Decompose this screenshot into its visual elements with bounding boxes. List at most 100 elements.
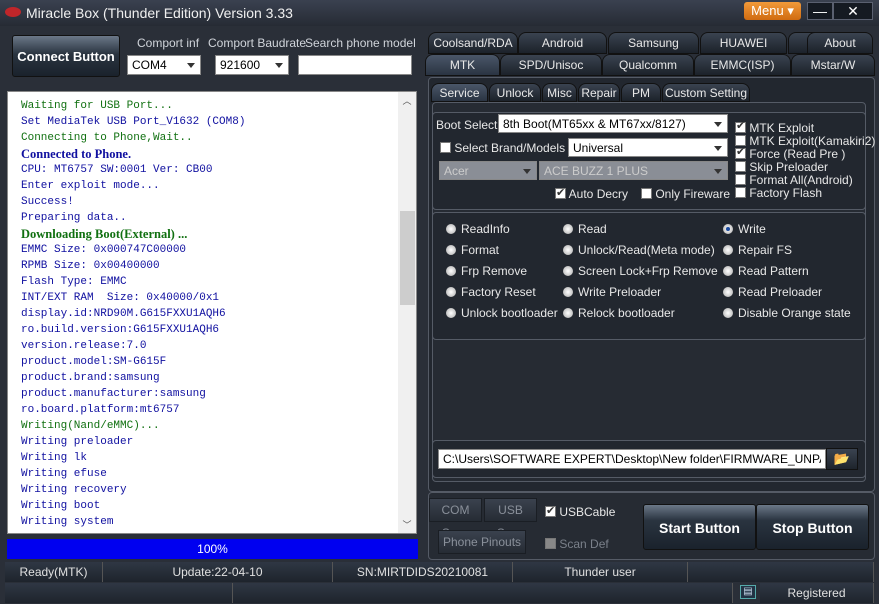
log-line: ro.board.platform:mt6757 [21, 404, 180, 416]
log-line: Writing system [21, 516, 114, 528]
log-line: Writing efuse [21, 468, 107, 480]
folder-open-icon[interactable]: 📂 [826, 448, 858, 470]
scan-def-label: Scan Def [559, 537, 609, 551]
tab-spdunisoc[interactable]: SPD/Unisoc [500, 54, 602, 76]
keyboard-icon: ▤ [740, 585, 756, 599]
phone-pinouts-button[interactable]: Phone Pinouts [438, 530, 526, 554]
radio-icon [563, 266, 573, 276]
status-empty-3 [233, 583, 733, 603]
scroll-down-icon[interactable]: ﹀ [398, 518, 416, 531]
subtab-repair[interactable]: Repair [578, 83, 620, 102]
radio-icon [723, 266, 733, 276]
radio-icon [563, 287, 573, 297]
tab-emmcisp[interactable]: EMMC(ISP) [694, 54, 791, 76]
baudrate-select[interactable]: 921600 [215, 55, 289, 75]
log-line: Enter exploit mode... [21, 180, 160, 192]
option-factory-flash[interactable]: Factory Flash [735, 187, 875, 200]
radio-label: ReadInfo [461, 222, 510, 236]
brand-models-checkbox[interactable]: Select Brand/Models [440, 141, 565, 155]
radio-label: Repair FS [738, 243, 793, 257]
brand-select[interactable]: Acer [439, 161, 537, 180]
model-select[interactable]: ACE BUZZ 1 PLUS [539, 161, 728, 180]
chevron-down-icon [714, 169, 722, 174]
chevron-down-icon [714, 146, 722, 151]
connect-button[interactable]: Connect Button [12, 35, 120, 77]
checkbox-icon [735, 161, 746, 172]
option-label: Format All(Android) [749, 173, 853, 187]
subtab-pm[interactable]: PM [621, 83, 661, 102]
radio-read-preloader[interactable]: Read Preloader [723, 285, 822, 299]
tab-coolsandrda[interactable]: Coolsand/RDA [428, 32, 518, 54]
radio-label: Write [738, 222, 766, 236]
exploit-options: MTK Exploit MTK Exploit(Kamakiri2) Force… [735, 120, 875, 200]
radio-factory-reset[interactable]: Factory Reset [446, 285, 536, 299]
radio-format[interactable]: Format [446, 243, 499, 257]
radio-read-pattern[interactable]: Read Pattern [723, 264, 809, 278]
search-phone-input[interactable] [298, 55, 412, 75]
status-empty [688, 562, 874, 582]
checkbox-icon [735, 120, 746, 133]
stop-button[interactable]: Stop Button [756, 504, 869, 550]
only-firmware-checkbox[interactable]: Only Fireware [641, 187, 730, 201]
subtab-unlock[interactable]: Unlock [489, 83, 541, 102]
tab-mtk[interactable]: MTK [425, 54, 500, 76]
status-mode: Ready(MTK) [5, 562, 103, 582]
baudrate-value: 921600 [220, 58, 261, 72]
start-button[interactable]: Start Button [643, 504, 756, 550]
tab-huawei[interactable]: HUAWEI [700, 32, 787, 54]
radio-relock-bootloader[interactable]: Relock bootloader [563, 306, 675, 320]
radio-write-preloader[interactable]: Write Preloader [563, 285, 661, 299]
checkbox-icon [735, 174, 746, 185]
subtab-customsetting[interactable]: Custom Setting [662, 83, 750, 102]
subtab-service[interactable]: Service [431, 83, 488, 102]
close-button[interactable]: ✕ [833, 2, 873, 20]
radio-repair-fs[interactable]: Repair FS [723, 243, 792, 257]
status-registered: Registered [760, 583, 874, 603]
log-line: Writing preloader [21, 436, 134, 448]
tab-about[interactable]: About [807, 32, 873, 54]
tab-qualcomm[interactable]: Qualcomm [602, 54, 694, 76]
com-scan-button[interactable]: COM Scan [429, 498, 482, 540]
radio-unlock-bootloader[interactable]: Unlock bootloader [446, 306, 558, 320]
checkbox-icon [545, 538, 556, 549]
usb-scan-button[interactable]: USB Scan [484, 498, 537, 540]
radio-screen-lock-frp-remove[interactable]: Screen Lock+Frp Remove [563, 264, 718, 278]
radio-unlock-read-meta-mode-[interactable]: Unlock/Read(Meta mode) [563, 243, 715, 257]
subtab-misc[interactable]: Misc [542, 83, 577, 102]
radio-label: Disable Orange state [738, 306, 851, 320]
only-firmware-label: Only Fireware [655, 187, 731, 201]
radio-label: Unlock/Read(Meta mode) [578, 243, 715, 257]
radio-icon [723, 308, 733, 318]
radio-write[interactable]: Write [723, 222, 766, 236]
scan-def-checkbox[interactable]: Scan Def [545, 537, 609, 551]
chevron-down-icon [523, 169, 531, 174]
radio-icon [446, 308, 456, 318]
app-logo-icon [5, 7, 21, 17]
radio-disable-orange-state[interactable]: Disable Orange state [723, 306, 851, 320]
radio-label: Format [461, 243, 500, 257]
comport-value: COM4 [132, 58, 167, 72]
comport-select[interactable]: COM4 [127, 55, 201, 75]
log-line: RPMB Size: 0x00400000 [21, 260, 160, 272]
tab-android[interactable]: Android [518, 32, 607, 54]
log-scrollbar[interactable]: ︿ ﹀ [398, 92, 416, 533]
tab-mstarw[interactable]: Mstar/W [791, 54, 875, 76]
radio-label: Factory Reset [461, 285, 536, 299]
brand-value: Acer [444, 164, 469, 178]
scroll-up-icon[interactable]: ︿ [398, 94, 416, 107]
tab-samsung[interactable]: Samsung [608, 32, 699, 54]
firmware-path-input[interactable] [438, 449, 826, 469]
log-line: version.release:7.0 [21, 340, 147, 352]
usb-cable-checkbox[interactable]: USBCable [545, 504, 615, 519]
auto-decry-checkbox[interactable]: Auto Decry [555, 186, 628, 201]
radio-frp-remove[interactable]: Frp Remove [446, 264, 527, 278]
universal-select[interactable]: Universal [568, 138, 728, 157]
menu-button[interactable]: Menu ▾ [744, 2, 801, 20]
minimize-button[interactable]: — [807, 2, 833, 20]
radio-icon [446, 245, 456, 255]
radio-label: Read Pattern [738, 264, 809, 278]
boot-select[interactable]: 8th Boot(MT65xx & MT67xx/8127) [498, 114, 728, 133]
scrollbar-thumb[interactable] [400, 211, 415, 305]
radio-readinfo[interactable]: ReadInfo [446, 222, 510, 236]
radio-read[interactable]: Read [563, 222, 607, 236]
